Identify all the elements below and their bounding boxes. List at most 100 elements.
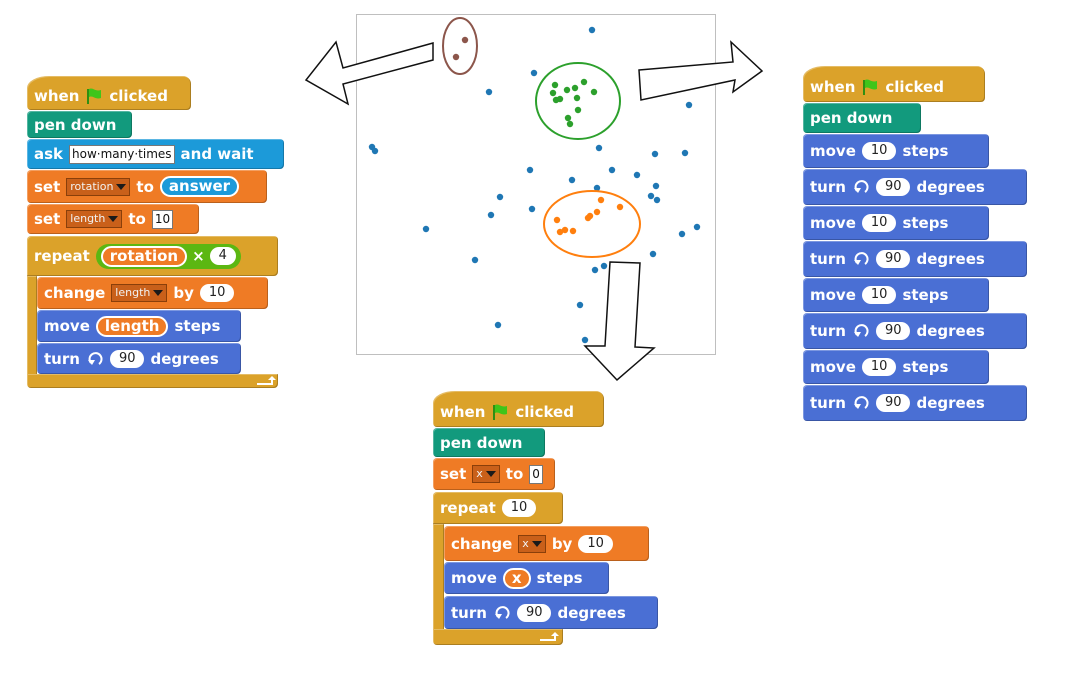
right-move-block[interactable]: move 10 steps [803,350,989,384]
ask-prompt-input[interactable]: how·many·times [69,144,175,164]
left-move-block[interactable]: move length steps [37,310,241,342]
rotation-reporter[interactable]: rotation [100,245,188,267]
when-label: when [440,403,486,421]
bottom-move-block[interactable]: move x steps [444,562,609,594]
green-flag-icon [87,88,102,104]
pen-down-label: pen down [440,433,523,452]
change-value-input[interactable]: 10 [578,534,613,553]
left-repeat-block[interactable]: repeat rotation × 4 [27,236,278,276]
repeat-count-input[interactable]: 10 [501,499,537,517]
turn-clockwise-icon [853,180,869,193]
turn-label: turn [451,603,487,622]
bottom-when-flag-clicked[interactable]: when clicked [433,391,604,427]
move-label: move [810,358,856,376]
steps-label: steps [902,142,949,160]
left-when-flag-clicked[interactable]: when clicked [27,76,191,110]
length-var-dropdown[interactable]: length [66,210,123,228]
multiply-sign: × [192,247,205,265]
bottom-set-x-block[interactable]: set x to 0 [433,458,555,490]
right-move-block[interactable]: move 10 steps [803,134,989,168]
clicked-label: clicked [885,78,944,96]
degrees-label: degrees [557,603,626,622]
bottom-repeat-arm [433,524,444,634]
steps-label: steps [536,569,583,587]
turn-degrees-input[interactable]: 90 [875,250,911,268]
clicked-label: clicked [515,403,574,421]
bottom-repeat-block[interactable]: repeat 10 [433,492,563,524]
degrees-label: degrees [916,178,985,196]
bottom-pen-down-block[interactable]: pen down [433,428,545,457]
right-move-block[interactable]: move 10 steps [803,206,989,240]
left-set-rotation-block[interactable]: set rotation to answer [27,170,267,203]
dropdown-arrow-icon [531,540,542,547]
left-change-length-block[interactable]: change length by 10 [37,277,268,309]
dropdown-value: length [70,212,106,225]
left-set-length-block[interactable]: set length to 10 [27,204,199,234]
repeat-label: repeat [440,499,496,517]
turn-degrees-input[interactable]: 90 [516,603,552,622]
x-reporter[interactable]: x [502,567,531,589]
multiplier-input[interactable]: 4 [209,247,236,265]
dropdown-value: x [476,467,483,480]
right-pen-down-block[interactable]: pen down [803,103,921,133]
degrees-label: degrees [916,322,985,340]
x-var-dropdown[interactable]: x [518,534,546,553]
move-steps-input[interactable]: 10 [861,286,897,304]
length-value-input[interactable]: 10 [151,209,174,229]
length-var-dropdown[interactable]: length [111,284,168,302]
dropdown-arrow-icon [485,471,496,477]
move-steps-input[interactable]: 10 [861,214,897,232]
right-turn-block[interactable]: turn 90 degrees [803,385,1027,421]
steps-label: steps [902,358,949,376]
when-label: when [810,78,856,96]
multiply-operator[interactable]: rotation × 4 [95,243,241,269]
rotation-var-dropdown[interactable]: rotation [66,177,131,196]
dropdown-arrow-icon [116,183,127,190]
loop-arrow-icon [257,376,276,385]
left-repeat-arm [27,276,37,380]
right-when-flag-clicked[interactable]: when clicked [803,66,985,102]
green-flag-icon [493,404,508,420]
turn-clockwise-icon [494,605,510,619]
right-move-block[interactable]: move 10 steps [803,278,989,312]
turn-label: turn [810,178,846,196]
right-turn-block[interactable]: turn 90 degrees [803,313,1027,349]
turn-degrees-input[interactable]: 90 [875,394,911,412]
by-label: by [173,284,194,302]
move-label: move [810,214,856,232]
turn-degrees-input[interactable]: 90 [875,178,911,196]
left-turn-block[interactable]: turn 90 degrees [37,343,241,374]
change-value-input[interactable]: 10 [199,284,235,302]
to-label: to [136,177,154,196]
x-var-dropdown[interactable]: x [472,465,500,483]
move-label: move [451,569,497,587]
bottom-turn-block[interactable]: turn 90 degrees [444,596,658,629]
turn-clockwise-icon [853,252,869,265]
move-steps-input[interactable]: 10 [861,142,897,160]
clicked-label: clicked [109,87,168,105]
loop-arrow-icon [540,632,559,641]
and-wait-label: and wait [180,145,254,163]
right-turn-block[interactable]: turn 90 degrees [803,241,1027,277]
move-label: move [810,142,856,160]
turn-degrees-input[interactable]: 90 [109,349,145,368]
answer-reporter[interactable]: answer [159,176,240,197]
length-reporter[interactable]: length [95,315,169,337]
move-steps-input[interactable]: 10 [861,358,897,376]
turn-clockwise-icon [853,324,869,337]
move-label: move [810,286,856,304]
when-label: when [34,87,80,105]
arrow-right [638,40,764,101]
turn-degrees-input[interactable]: 90 [875,322,911,340]
arrow-down [583,261,656,382]
turn-label: turn [810,394,846,412]
right-turn-block[interactable]: turn 90 degrees [803,169,1027,205]
left-pen-down-block[interactable]: pen down [27,111,132,138]
turn-clockwise-icon [87,351,103,365]
x-initial-input[interactable]: 0 [529,464,543,484]
dropdown-value: x [522,536,529,550]
green-flag-icon [863,79,878,95]
degrees-label: degrees [916,250,985,268]
left-ask-block[interactable]: ask how·many·times and wait [27,139,284,169]
bottom-change-x-block[interactable]: change x by 10 [444,526,649,561]
